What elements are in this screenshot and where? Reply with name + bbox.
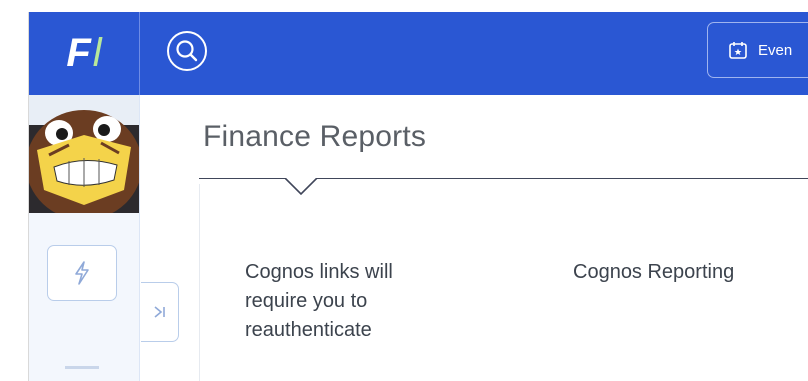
cognos-reauth-notice-link[interactable]: Cognos links will require you to reauthe… xyxy=(245,258,485,345)
search-icon xyxy=(167,31,207,71)
card-line: require you to xyxy=(245,290,368,312)
app-window: Fl Even Finance Reports Cognos links wil… xyxy=(28,12,808,381)
calendar-icon xyxy=(729,42,747,59)
lightning-button[interactable] xyxy=(47,245,117,301)
top-navigation-bar: Fl Even xyxy=(29,12,808,95)
logo-letter-l: l xyxy=(92,31,102,75)
card-line: Cognos Reporting xyxy=(573,261,735,283)
left-sidebar xyxy=(29,95,140,381)
expand-panel-icon xyxy=(153,306,165,318)
mascot-image xyxy=(29,95,139,213)
app-logo[interactable]: Fl xyxy=(29,12,139,95)
mascot-avatar[interactable] xyxy=(29,95,139,213)
page-title: Finance Reports xyxy=(203,120,427,153)
events-button[interactable]: Even xyxy=(707,22,808,78)
sidebar-divider xyxy=(65,366,99,369)
topbar-divider xyxy=(139,12,140,95)
events-label: Even xyxy=(758,41,793,59)
expand-panel-button[interactable] xyxy=(141,282,179,342)
search-button[interactable] xyxy=(165,29,209,73)
card-line: Cognos links will xyxy=(245,261,393,283)
logo-letter-f: F xyxy=(66,31,91,75)
cognos-reporting-link[interactable]: Cognos Reporting xyxy=(573,258,803,287)
lightning-icon xyxy=(75,261,89,285)
card-line: reauthenticate xyxy=(245,319,372,341)
